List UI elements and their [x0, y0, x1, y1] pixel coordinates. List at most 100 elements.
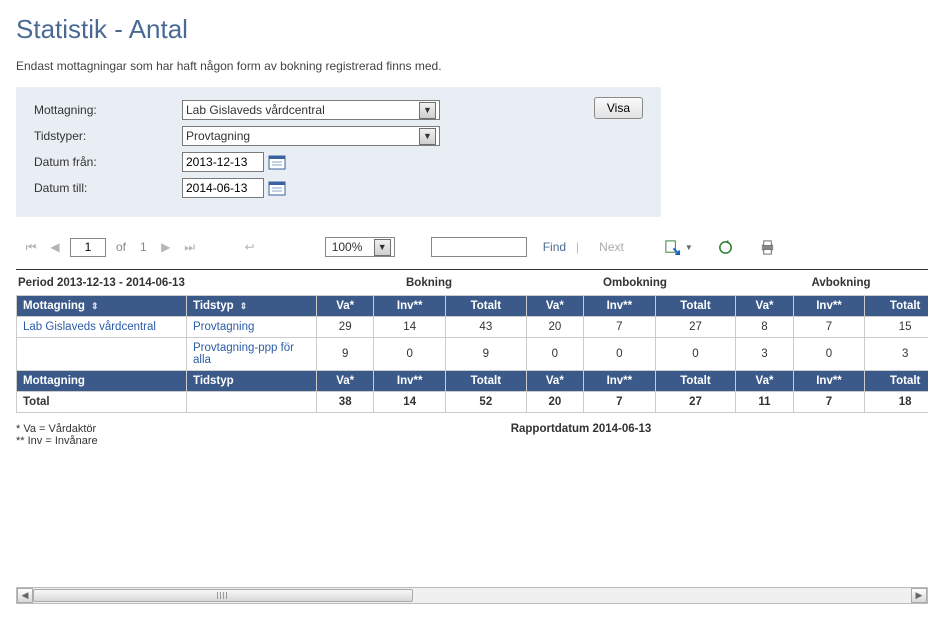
cell: 0 — [655, 338, 736, 371]
sort-icon: ⇕ — [91, 301, 99, 311]
total-label: Total — [17, 392, 187, 413]
col-va: Va* — [317, 296, 374, 317]
find-link[interactable]: Find — [543, 240, 566, 254]
cell: 14 — [374, 317, 446, 338]
cell: 43 — [446, 317, 527, 338]
scroll-right-arrow-icon[interactable]: ▶ — [911, 588, 927, 603]
group-bokning: Bokning — [326, 277, 532, 289]
mottagning-select[interactable]: Lab Gislaveds vårdcentral ▼ — [182, 100, 440, 120]
separator: | — [576, 240, 579, 254]
cell: 15 — [865, 317, 928, 338]
col-totalt: Totalt — [865, 296, 928, 317]
cell: 18 — [865, 392, 928, 413]
report-date: Rapportdatum 2014-06-13 — [416, 423, 746, 447]
stats-table: Mottagning⇕ Tidstyp⇕ Va* Inv** Totalt Va… — [16, 295, 928, 413]
prev-page-button[interactable]: ◀ — [46, 238, 64, 256]
cell: 20 — [526, 392, 583, 413]
scroll-left-arrow-icon[interactable]: ◀ — [17, 588, 33, 603]
calendar-icon[interactable] — [268, 153, 286, 171]
next-find-link[interactable]: Next — [599, 240, 624, 254]
cell: 8 — [736, 317, 793, 338]
zoom-select[interactable]: 100% ▼ — [325, 237, 395, 257]
scroll-thumb[interactable] — [33, 589, 413, 602]
print-icon[interactable] — [759, 238, 777, 256]
chevron-down-icon: ▼ — [419, 102, 436, 119]
datum-fran-input[interactable] — [182, 152, 264, 172]
chevron-down-icon: ▼ — [374, 239, 391, 256]
col-inv: Inv** — [584, 371, 656, 392]
cell — [187, 392, 317, 413]
page-of-label: of — [116, 240, 126, 254]
table-row: Lab Gislaveds vårdcentral Provtagning 29… — [17, 317, 929, 338]
datum-fran-label: Datum från: — [34, 155, 182, 169]
tidstyper-label: Tidstyper: — [34, 129, 182, 143]
col-totalt: Totalt — [655, 371, 736, 392]
total-row: Total 38 14 52 20 7 27 11 7 18 — [17, 392, 929, 413]
cell: 27 — [655, 317, 736, 338]
cell: 27 — [655, 392, 736, 413]
horizontal-scrollbar[interactable]: ◀ ▶ — [16, 587, 928, 604]
cell: 0 — [584, 338, 656, 371]
col-mottagning-footer: Mottagning — [17, 371, 187, 392]
page-number-input[interactable] — [70, 238, 106, 257]
col-inv: Inv** — [793, 371, 865, 392]
chevron-down-icon: ▼ — [419, 128, 436, 145]
scroll-track[interactable] — [33, 588, 911, 603]
group-ombokning: Ombokning — [532, 277, 738, 289]
cell: 9 — [317, 338, 374, 371]
cell: 3 — [865, 338, 928, 371]
col-va: Va* — [736, 371, 793, 392]
tidstyp-link[interactable]: Provtagning-ppp för alla — [193, 342, 294, 366]
col-totalt: Totalt — [446, 296, 527, 317]
mottagning-label: Mottagning: — [34, 103, 182, 117]
mottagning-link[interactable]: Lab Gislaveds vårdcentral — [23, 321, 156, 333]
mottagning-select-value: Lab Gislaveds vårdcentral — [186, 103, 325, 117]
col-va: Va* — [317, 371, 374, 392]
refresh-icon[interactable] — [717, 238, 735, 256]
col-totalt: Totalt — [446, 371, 527, 392]
cell: 0 — [526, 338, 583, 371]
col-inv: Inv** — [584, 296, 656, 317]
cell: 0 — [374, 338, 446, 371]
col-va: Va* — [526, 371, 583, 392]
report-toolbar: ⏮ ◀ of 1 ▶ ⏭ ↩ 100% ▼ Find | Next ▼ — [16, 231, 916, 263]
export-icon[interactable] — [664, 238, 682, 256]
footnote-inv: ** Inv = Invånare — [16, 435, 416, 447]
col-inv: Inv** — [793, 296, 865, 317]
tidstyp-link[interactable]: Provtagning — [193, 321, 254, 333]
visa-button[interactable]: Visa — [594, 97, 643, 119]
cell: 7 — [584, 392, 656, 413]
chevron-down-icon[interactable]: ▼ — [685, 243, 693, 252]
cell: 38 — [317, 392, 374, 413]
back-parent-button[interactable]: ↩ — [241, 238, 259, 256]
col-inv: Inv** — [374, 296, 446, 317]
datum-till-input[interactable] — [182, 178, 264, 198]
tidstyper-select[interactable]: Provtagning ▼ — [182, 126, 440, 146]
table-row: Provtagning-ppp för alla 9 0 9 0 0 0 3 0… — [17, 338, 929, 371]
period-label: Period 2013-12-13 - 2014-06-13 — [18, 277, 326, 289]
last-page-button[interactable]: ⏭ — [181, 238, 199, 256]
page-total: 1 — [140, 240, 147, 254]
page-title: Statistik - Antal — [16, 14, 924, 45]
col-mottagning[interactable]: Mottagning⇕ — [17, 296, 187, 317]
sort-icon: ⇕ — [240, 301, 248, 311]
col-inv: Inv** — [374, 371, 446, 392]
col-tidstyp[interactable]: Tidstyp⇕ — [187, 296, 317, 317]
next-page-button[interactable]: ▶ — [157, 238, 175, 256]
filter-panel: Mottagning: Lab Gislaveds vårdcentral ▼ … — [16, 87, 661, 217]
calendar-icon[interactable] — [268, 179, 286, 197]
cell: 7 — [584, 317, 656, 338]
col-va: Va* — [736, 296, 793, 317]
cell — [17, 338, 187, 371]
tidstyper-select-value: Provtagning — [186, 129, 250, 143]
col-totalt: Totalt — [865, 371, 928, 392]
datum-till-label: Datum till: — [34, 181, 182, 195]
col-tidstyp-footer: Tidstyp — [187, 371, 317, 392]
cell: 9 — [446, 338, 527, 371]
zoom-value: 100% — [332, 240, 363, 254]
first-page-button[interactable]: ⏮ — [22, 238, 40, 256]
search-input[interactable] — [431, 237, 527, 257]
page-subtitle: Endast mottagningar som har haft någon f… — [16, 59, 924, 73]
footnote-va: * Va = Vårdaktör — [16, 423, 416, 435]
cell: 52 — [446, 392, 527, 413]
